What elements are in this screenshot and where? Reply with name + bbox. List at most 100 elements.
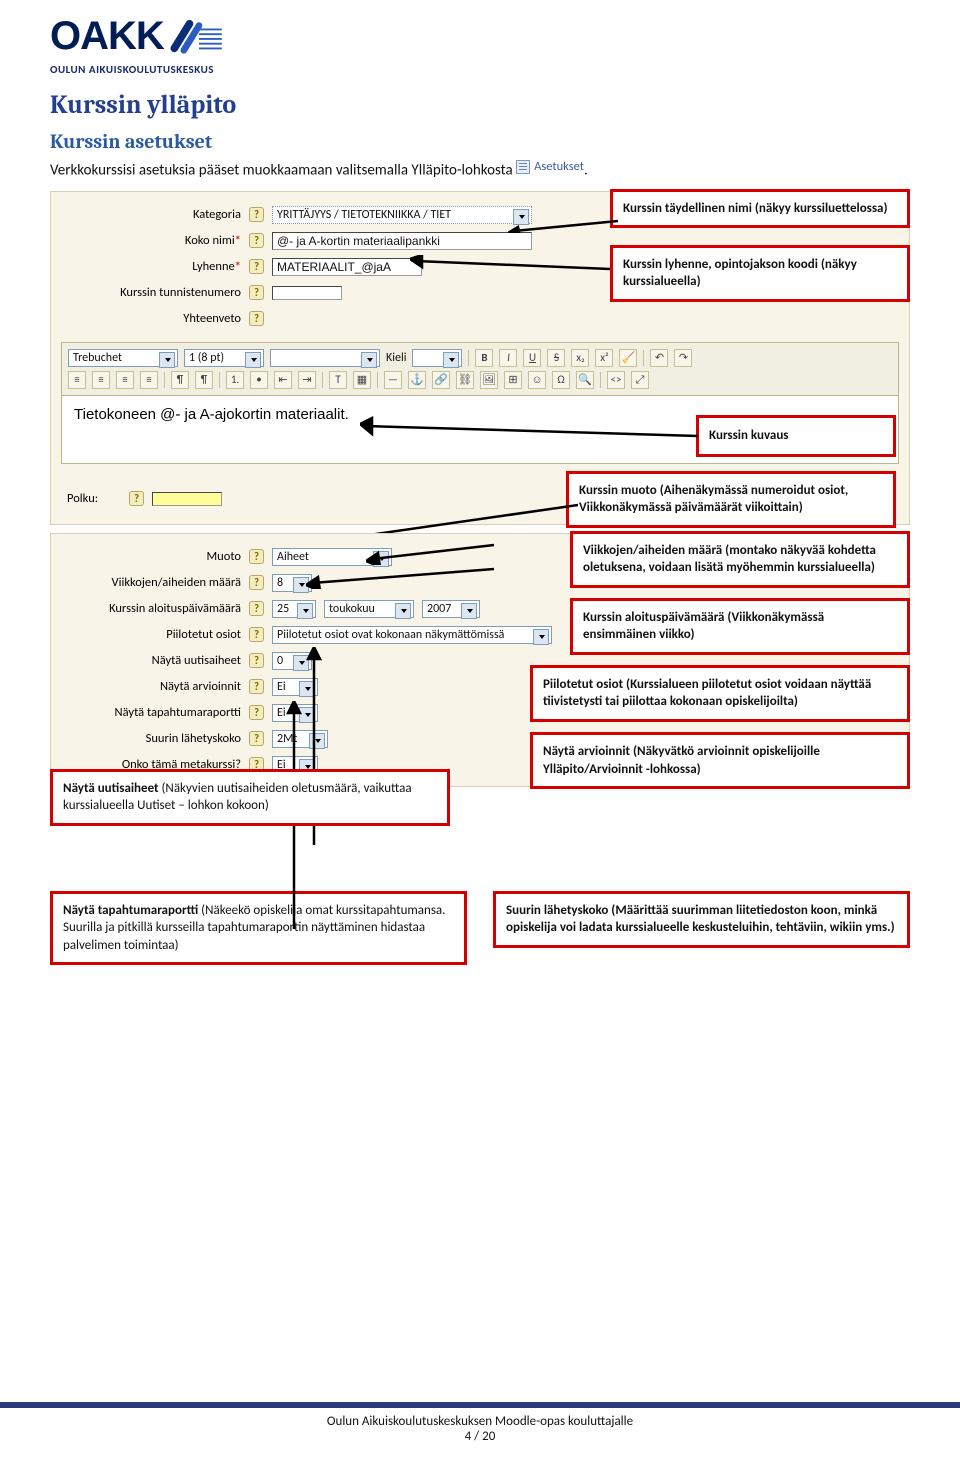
help-icon[interactable]: ? — [249, 575, 264, 590]
help-icon[interactable]: ? — [249, 549, 264, 564]
label-aloitus: Kurssin aloituspäivämäärä — [61, 601, 241, 616]
hr-icon[interactable]: — — [384, 371, 402, 389]
help-icon[interactable]: ? — [249, 259, 264, 274]
intro-text: Verkkokurssisi asetuksia pääset muokkaam… — [50, 161, 513, 179]
unlink-icon[interactable]: ⛓ — [456, 371, 474, 389]
help-icon[interactable]: ? — [249, 601, 264, 616]
callout-nayta-uutisaiheet: Näytä uutisaiheet (Näkyvien uutisaiheide… — [50, 769, 450, 826]
help-icon[interactable]: ? — [249, 207, 264, 222]
callout-viikkojen-maara: Viikkojen/aiheiden määrä (montako näkyvä… — [570, 531, 910, 588]
asetukset-chip: Asetukset — [516, 159, 584, 176]
section-title: Kurssin asetukset — [50, 130, 910, 153]
editor-lang-label: Kieli — [386, 351, 406, 365]
bold-icon[interactable]: B — [475, 349, 493, 367]
clean-icon[interactable]: 🧹 — [619, 349, 637, 367]
undo-icon[interactable]: ↶ — [650, 349, 668, 367]
align-right-icon[interactable]: ≡ — [116, 371, 134, 389]
label-tapahtuma: Näytä tapahtumaraportti — [61, 705, 241, 720]
callout-suurin-lahetyskoko: Suurin lähetyskoko (Määrittää suurimman … — [493, 891, 910, 948]
sup-icon[interactable]: x² — [595, 349, 613, 367]
align-center-icon[interactable]: ≡ — [92, 371, 110, 389]
underline-icon[interactable]: U — [523, 349, 541, 367]
footer-line1: Oulun Aikuiskoulutuskeskuksen Moodle-opa… — [0, 1414, 960, 1429]
editor-toolbar: Trebuchet 1 (8 pt) Kieli B I U S x₂ x² 🧹… — [61, 342, 899, 396]
search-icon[interactable]: 🔍 — [576, 371, 594, 389]
input-lyhenne[interactable]: MATERIAALIT_@jaA — [272, 258, 422, 276]
arrow-icon — [360, 406, 700, 446]
arrow-icon — [410, 255, 610, 279]
strike-icon[interactable]: S — [547, 349, 565, 367]
italic-icon[interactable]: I — [499, 349, 517, 367]
help-icon[interactable]: ? — [129, 491, 144, 506]
align-left-icon[interactable]: ≡ — [68, 371, 86, 389]
arrow-icon — [366, 539, 496, 565]
help-icon[interactable]: ? — [249, 653, 264, 668]
logo-text: OAKK — [50, 18, 164, 54]
label-piilotetut: Piilotetut osiot — [61, 627, 241, 642]
label-viikot: Viikkojen/aiheiden määrä — [61, 575, 241, 590]
link-icon[interactable]: 🔗 — [432, 371, 450, 389]
label-polku: Polku: — [61, 491, 121, 506]
bgcolor-icon[interactable]: ▦ — [353, 371, 371, 389]
select-aloitus-day[interactable]: 25 — [272, 600, 316, 618]
editor-lang[interactable] — [412, 349, 462, 367]
select-aloitus-month[interactable]: toukokuu — [324, 600, 414, 618]
editor-font-family[interactable]: Trebuchet — [68, 349, 178, 367]
callout-nayta-arvioinnit: Näytä arvioinnit (Näkyvätkö arvioinnit o… — [530, 732, 910, 789]
callout-tapahtumaraportti: Näytä tapahtumaraportti (Näkeekö opiskel… — [50, 891, 467, 966]
help-icon[interactable]: ? — [249, 311, 264, 326]
logo: OAKK — [50, 18, 910, 61]
label-uutisaiheet: Näytä uutisaiheet — [61, 653, 241, 668]
sub-icon[interactable]: x₂ — [571, 349, 589, 367]
callout-kurssin-lyhenne: Kurssin lyhenne, opintojakson koodi (näk… — [610, 245, 910, 302]
asetukset-chip-label: Asetukset — [534, 159, 584, 176]
label-koko-nimi: Koko nimi* — [61, 233, 241, 248]
footer-line2: 4 / 20 — [0, 1429, 960, 1444]
help-icon[interactable]: ? — [249, 705, 264, 720]
input-koko-nimi[interactable]: @- ja A-kortin materiaalipankki — [272, 232, 532, 250]
table-icon[interactable]: ⊞ — [504, 371, 522, 389]
callout-kurssin-nimi: Kurssin täydellinen nimi (näkyy kurssilu… — [610, 189, 910, 229]
logo-mark-icon — [170, 18, 228, 61]
callout-aloituspvm: Kurssin aloituspäivämäärä (Viikkonäkymäs… — [570, 598, 910, 655]
input-tunniste[interactable] — [272, 286, 342, 300]
intro-paragraph: Verkkokurssisi asetuksia pääset muokkaam… — [50, 159, 910, 181]
char-icon[interactable]: Ω — [552, 371, 570, 389]
help-icon[interactable]: ? — [249, 679, 264, 694]
fullscreen-icon[interactable]: ⤢ — [631, 371, 649, 389]
select-kategoria[interactable]: YRITTÄJYYS / TIETOTEKNIIKKA / TIET — [272, 206, 532, 224]
smiley-icon[interactable]: ☺ — [528, 371, 546, 389]
arrow-icon — [306, 565, 496, 589]
logo-subtitle: OULUN AIKUISKOULUTUSKESKUS — [50, 63, 910, 76]
editor-heading[interactable] — [270, 349, 380, 367]
image-icon[interactable]: 🖼 — [480, 371, 498, 389]
code-icon[interactable]: <> — [607, 371, 625, 389]
editor-font-size[interactable]: 1 (8 pt) — [184, 349, 264, 367]
rtl-icon[interactable]: ¶ — [195, 371, 213, 389]
outdent-icon[interactable]: ⇤ — [274, 371, 292, 389]
label-arvioinnit: Näytä arvioinnit — [61, 679, 241, 694]
label-muoto: Muoto — [61, 549, 241, 564]
label-tunniste: Kurssin tunnistenumero — [61, 285, 241, 300]
indent-icon[interactable]: ⇥ — [298, 371, 316, 389]
bullist-icon[interactable]: • — [250, 371, 268, 389]
callout-kurssin-muoto: Kurssin muoto (Aihenäkymässä numeroidut … — [566, 471, 896, 528]
callout-piilotetut-osiot: Piilotetut osiot (Kurssialueen piilotetu… — [530, 665, 910, 722]
label-lyhenne: Lyhenne* — [61, 259, 241, 274]
ltr-icon[interactable]: ¶ — [171, 371, 189, 389]
anchor-icon[interactable]: ⚓ — [408, 371, 426, 389]
help-icon[interactable]: ? — [249, 285, 264, 300]
label-lahetyskoko: Suurin lähetyskoko — [61, 731, 241, 746]
help-icon[interactable]: ? — [249, 731, 264, 746]
page-title: Kurssin ylläpito — [50, 90, 910, 120]
label-yhteenveto: Yhteenveto — [61, 311, 241, 326]
redo-icon[interactable]: ↷ — [674, 349, 692, 367]
list-icon — [516, 160, 530, 174]
textcolor-icon[interactable]: T — [329, 371, 347, 389]
help-icon[interactable]: ? — [249, 233, 264, 248]
numlist-icon[interactable]: 1. — [226, 371, 244, 389]
select-aloitus-year[interactable]: 2007 — [422, 600, 480, 618]
align-justify-icon[interactable]: ≡ — [140, 371, 158, 389]
label-kategoria: Kategoria — [61, 207, 241, 222]
help-icon[interactable]: ? — [249, 627, 264, 642]
